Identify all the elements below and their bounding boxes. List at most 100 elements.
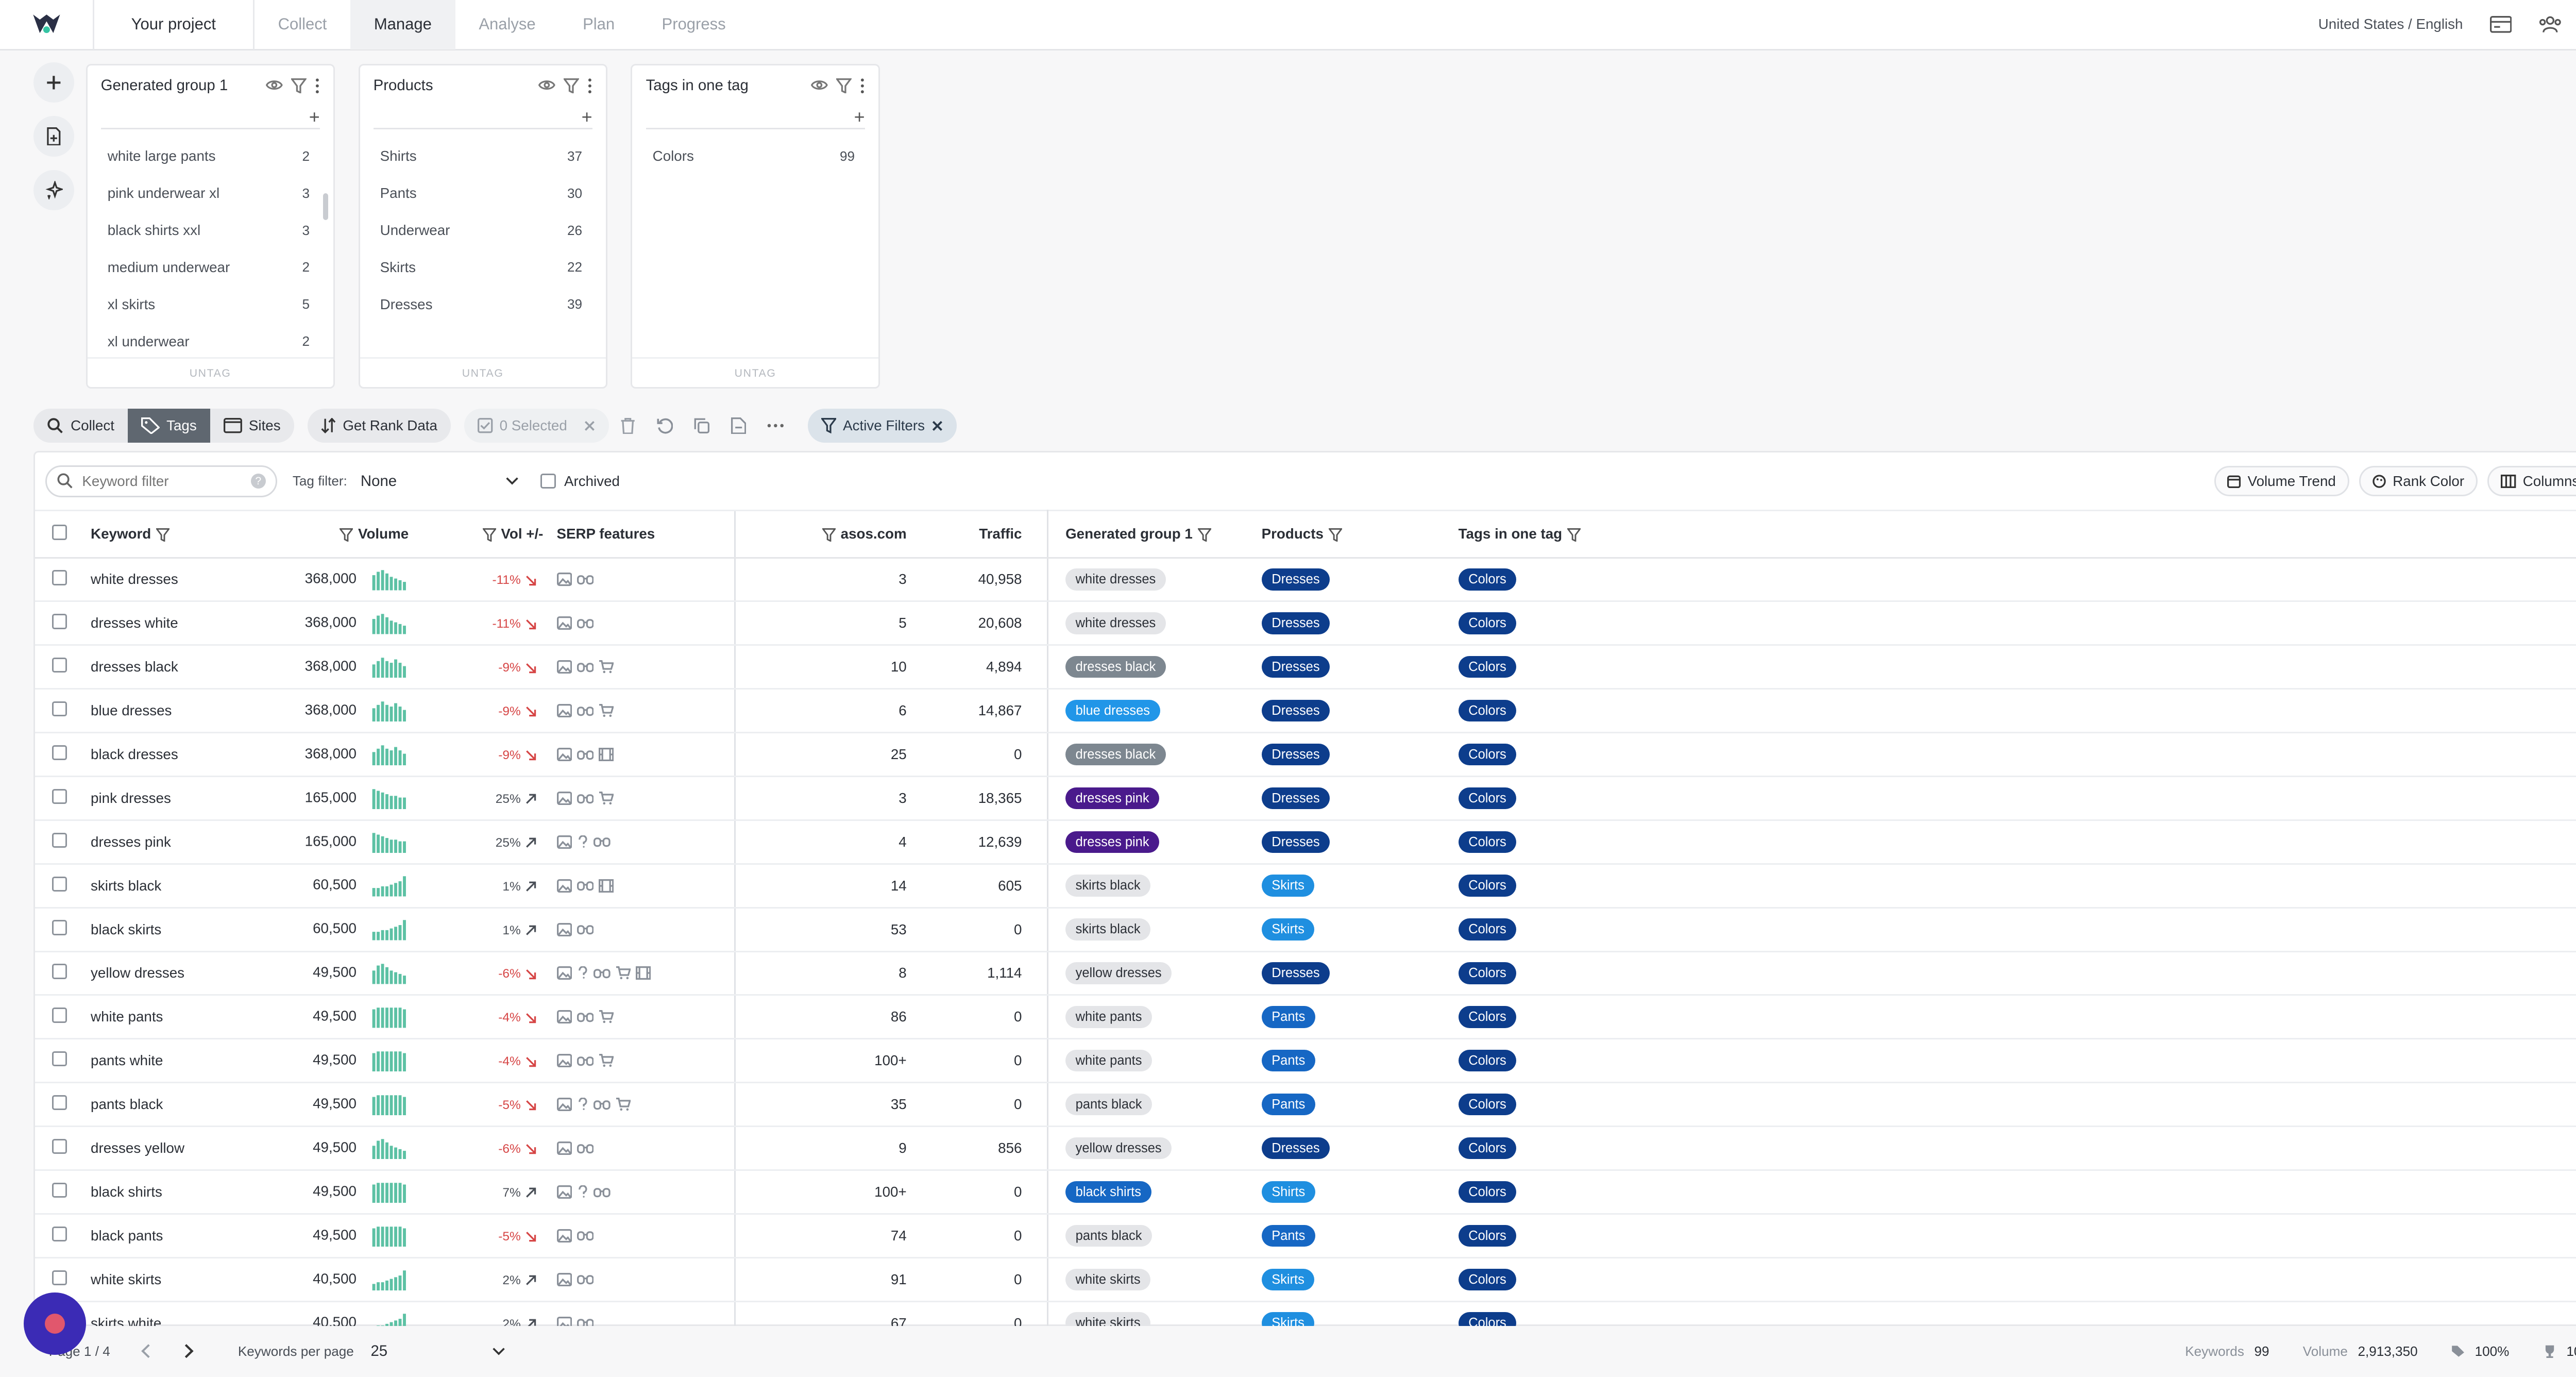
color-tag-chip[interactable]: Colors [1458,1006,1517,1028]
row-checkbox[interactable] [52,614,67,629]
product-tag-chip[interactable]: Shirts [1261,1181,1315,1203]
filter-icon[interactable] [1567,528,1581,542]
next-page-icon[interactable] [184,1344,194,1358]
tag-item[interactable]: pink underwear xl 3 [108,175,333,212]
row-checkbox[interactable] [52,1226,67,1242]
locale-selector[interactable]: United States / English [2318,16,2463,32]
trash-icon[interactable] [609,409,646,442]
color-tag-chip[interactable]: Colors [1458,1181,1517,1203]
table-row[interactable]: dresses pink 165,000 25% 4 12,639 dresse… [35,820,2576,865]
table-row[interactable]: dresses yellow 49,500 -6% 9 856 yellow d… [35,1126,2576,1171]
rank-color-button[interactable]: Rank Color [2359,466,2478,496]
color-tag-chip[interactable]: Colors [1458,875,1517,897]
undo-icon[interactable] [646,409,683,442]
group-tag-chip[interactable]: skirts black [1065,875,1151,897]
tag-group-title[interactable]: Products [374,77,539,94]
column-header-serp[interactable]: SERP features [553,510,735,559]
table-row[interactable]: dresses white 368,000 -11% 5 20,608 whit… [35,601,2576,646]
group-tag-chip[interactable]: dresses pink [1065,787,1160,810]
tag-group-title[interactable]: Generated group 1 [101,77,266,94]
row-checkbox[interactable] [52,832,67,848]
group-tag-chip[interactable]: white dresses [1065,612,1166,634]
keyword-cell[interactable]: black dresses [79,732,258,777]
color-tag-chip[interactable]: Colors [1458,1224,1517,1247]
color-tag-chip[interactable]: Colors [1458,787,1517,810]
add-group-button[interactable] [33,62,74,103]
untag-button[interactable]: UNTAG [632,357,878,388]
more-vertical-icon[interactable] [315,78,320,93]
table-row[interactable]: white dresses 368,000 -11% 3 40,958 whit… [35,558,2576,602]
help-icon[interactable]: ? [250,473,266,489]
row-checkbox[interactable] [52,920,67,935]
logo[interactable] [0,0,94,50]
product-tag-chip[interactable]: Pants [1261,1050,1315,1072]
ai-tools-button[interactable] [33,170,74,211]
row-checkbox[interactable] [52,1095,67,1111]
product-tag-chip[interactable]: Skirts [1261,875,1315,897]
archived-checkbox[interactable] [540,473,556,489]
row-checkbox[interactable] [52,745,67,761]
color-tag-chip[interactable]: Colors [1458,743,1517,766]
group-tag-chip[interactable]: pants black [1065,1093,1153,1116]
table-row[interactable]: pink dresses 165,000 25% 3 18,365 dresse… [35,776,2576,821]
column-header-keyword[interactable]: Keyword [79,510,258,559]
eye-icon[interactable] [538,78,555,93]
row-checkbox[interactable] [52,570,67,585]
import-button[interactable] [33,116,74,157]
keyword-cell[interactable]: dresses white [79,601,258,646]
table-row[interactable]: white pants 49,500 -4% 86 0 white pants … [35,995,2576,1040]
keyword-cell[interactable]: black shirts [79,1170,258,1215]
product-tag-chip[interactable]: Dresses [1261,743,1330,766]
product-tag-chip[interactable]: Dresses [1261,612,1330,634]
group-tag-chip[interactable]: blue dresses [1065,699,1160,722]
group-tag-chip[interactable]: yellow dresses [1065,962,1172,984]
keyword-cell[interactable]: skirts black [79,864,258,909]
tag-item[interactable]: xl underwear 2 [108,323,333,360]
row-checkbox[interactable] [52,1138,67,1154]
tab-progress[interactable]: Progress [638,0,750,49]
volume-trend-button[interactable]: Volume Trend [2214,466,2349,496]
tag-item[interactable]: xl skirts 5 [108,286,333,323]
group-tag-chip[interactable]: skirts black [1065,918,1151,941]
filter-icon[interactable] [836,78,852,93]
group-tag-chip[interactable]: pants black [1065,1224,1153,1247]
tab-analyse[interactable]: Analyse [455,0,560,49]
sites-view-button[interactable]: Sites [210,409,294,443]
color-tag-chip[interactable]: Colors [1458,612,1517,634]
product-tag-chip[interactable]: Dresses [1261,568,1330,591]
color-tag-chip[interactable]: Colors [1458,962,1517,984]
color-tag-chip[interactable]: Colors [1458,918,1517,941]
filter-icon[interactable] [822,528,836,542]
group-tag-chip[interactable]: white pants [1065,1006,1153,1028]
keyword-cell[interactable]: dresses pink [79,820,258,865]
group-tag-chip[interactable]: dresses pink [1065,831,1160,853]
tag-item[interactable]: black shirts xxl 3 [108,212,333,249]
more-vertical-icon[interactable] [860,78,865,93]
group-tag-chip[interactable]: white skirts [1065,1268,1151,1290]
table-row[interactable]: black shirts 49,500 7% 100+ 0 black shir… [35,1170,2576,1215]
product-tag-chip[interactable]: Skirts [1261,918,1315,941]
untag-button[interactable]: UNTAG [360,357,606,388]
column-header-vol-change[interactable]: Vol +/- [415,510,553,559]
product-tag-chip[interactable]: Pants [1261,1224,1315,1247]
group-tag-chip[interactable]: black shirts [1065,1181,1151,1203]
scrollbar[interactable] [323,193,328,221]
tag-group-title[interactable]: Tags in one tag [646,77,811,94]
group-tag-chip[interactable]: dresses black [1065,743,1166,766]
table-row[interactable]: blue dresses 368,000 -9% 6 14,867 blue d… [35,688,2576,734]
column-header-products[interactable]: Products [1244,510,1442,559]
filter-icon[interactable] [482,528,496,542]
column-header-tags-one[interactable]: Tags in one tag [1442,510,2576,559]
chat-launcher-button[interactable] [23,1292,86,1355]
tag-item[interactable]: Dresses 39 [380,286,606,323]
users-icon[interactable] [2538,15,2562,34]
keyword-filter-input[interactable] [82,473,243,490]
tags-view-button[interactable]: Tags [128,409,210,443]
tag-item[interactable]: medium underwear 2 [108,249,333,286]
product-tag-chip[interactable]: Dresses [1261,787,1330,810]
table-row[interactable]: white skirts 40,500 2% 91 0 white skirts… [35,1257,2576,1302]
group-tag-chip[interactable]: white dresses [1065,568,1166,591]
prev-page-icon[interactable] [141,1344,151,1358]
table-row[interactable]: pants white 49,500 -4% 100+ 0 white pant… [35,1038,2576,1084]
tab-manage[interactable]: Manage [350,0,455,50]
